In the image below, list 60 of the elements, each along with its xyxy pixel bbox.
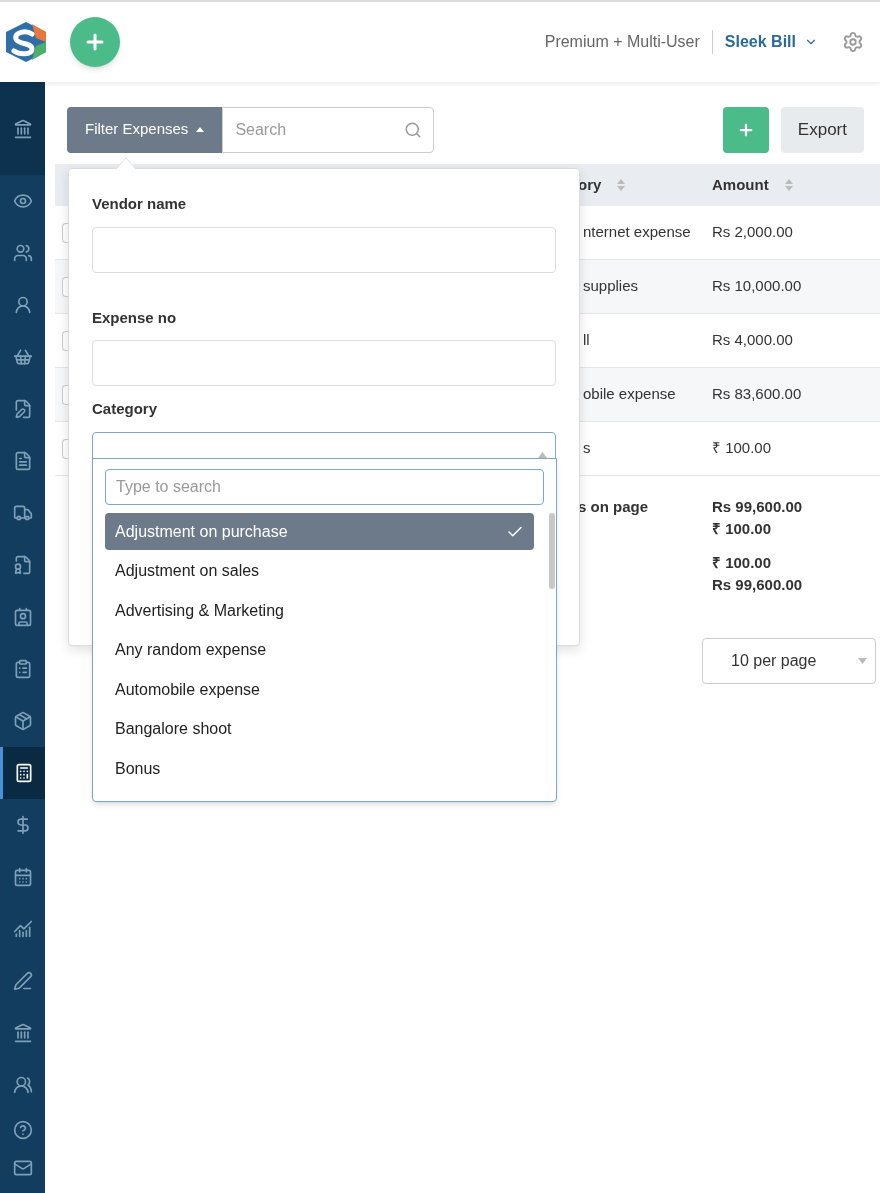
plan-label: Premium + Multi-User [544, 30, 713, 54]
dropdown-option[interactable]: Adjustment on purchase [105, 513, 534, 550]
table-cell-text: Rs 2,000.00 [712, 222, 794, 243]
truck-icon [12, 503, 33, 523]
settings-icon[interactable] [842, 31, 864, 53]
company-menu[interactable]: Sleek Bill [724, 30, 818, 54]
dropdown-option[interactable]: Automobile expense [105, 671, 534, 708]
dropdown-search-field[interactable]: Type to search [105, 469, 544, 505]
basket-icon [12, 347, 33, 367]
table-cell-text: s [582, 438, 592, 459]
dropdown-option[interactable]: Any random expense [105, 631, 534, 669]
table-cell-text: obile expense [582, 384, 677, 405]
add-button[interactable] [70, 17, 120, 67]
package-icon [12, 711, 33, 731]
add-expense-button[interactable] [722, 106, 769, 153]
search-field[interactable]: Search [222, 106, 435, 153]
calendar-icon [12, 867, 33, 887]
input-field[interactable] [92, 226, 556, 273]
eye-icon [12, 191, 33, 211]
table-cell-text: nternet expense [582, 222, 692, 243]
mail-icon [12, 1158, 33, 1178]
dropdown-option[interactable]: Bangalore shoot [105, 710, 534, 748]
bank-icon [12, 1023, 33, 1043]
column-header[interactable]: Amount [712, 173, 769, 197]
dropdown-option[interactable]: Advertising & Marketing [105, 592, 534, 629]
export-button[interactable]: Export [780, 106, 864, 153]
team-icon [12, 1075, 33, 1095]
table-cell-text: ll [582, 330, 591, 351]
calculator-icon [14, 763, 34, 783]
table-cell-text: ₹ 100.00 [712, 438, 773, 459]
total-amount: Rs 99,600.00 [712, 575, 804, 595]
pen-icon [12, 971, 33, 991]
total-amount: ₹ 100.00 [712, 553, 773, 573]
table-cell-text: Rs 4,000.00 [712, 330, 794, 351]
help-icon [12, 1120, 33, 1140]
field-label: Expense no [92, 307, 178, 328]
per-page-select[interactable]: 10 per page [702, 638, 876, 684]
total-amount: ₹ 100.00 [712, 519, 773, 539]
field-label: Category [92, 399, 159, 419]
sort-icon [784, 179, 793, 191]
caret-icon [858, 658, 867, 664]
bank-icon [12, 118, 33, 139]
sort-icon [617, 179, 626, 191]
filter-button[interactable]: Filter Expenses [67, 106, 223, 153]
document-badge-icon [12, 555, 33, 575]
dropdown-option[interactable]: Bonus [105, 750, 534, 787]
users-icon [12, 243, 33, 263]
table-cell-text: supplies [582, 276, 640, 297]
sidebar-item[interactable] [0, 747, 45, 799]
field-label: Vendor name [92, 194, 188, 214]
user-icon [12, 295, 33, 315]
search-icon [404, 120, 423, 139]
contact-card-icon [12, 607, 33, 627]
dropdown-option[interactable]: Adjustment on sales [105, 552, 534, 590]
table-cell-text: Rs 10,000.00 [712, 276, 803, 297]
caret-icon [196, 127, 205, 132]
table-cell-text: Rs 83,600.00 [712, 384, 803, 405]
chart-icon [12, 919, 33, 939]
input-field[interactable] [92, 340, 556, 386]
total-amount: Rs 99,600.00 [712, 497, 804, 517]
